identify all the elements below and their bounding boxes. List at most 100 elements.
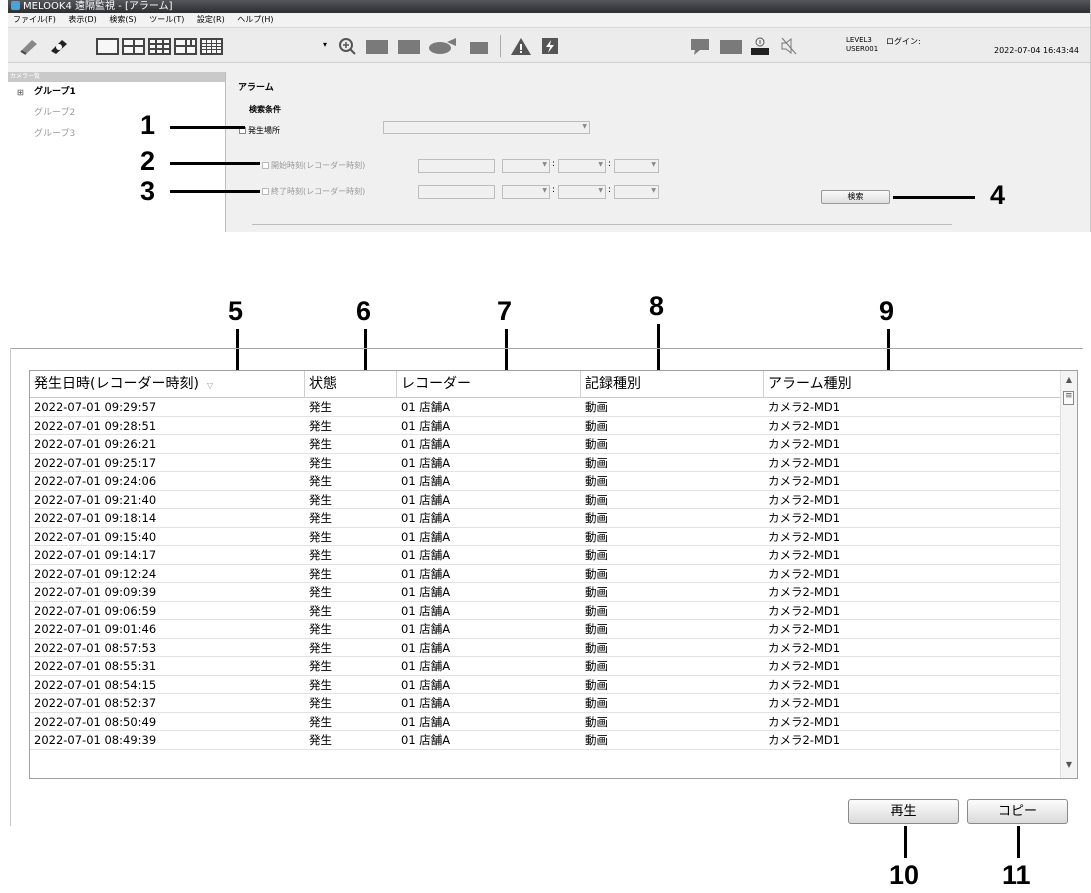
start-time-checkbox-row[interactable]: 開始時刻(レコーダー時刻) [262, 160, 365, 171]
level-text: LEVEL3 [846, 36, 872, 44]
alarm-icon[interactable] [510, 36, 532, 56]
scroll-thumb[interactable] [1063, 391, 1074, 405]
table-row[interactable]: 2022-07-01 09:29:57 発生 01 店舗A 動画 カメラ2-MD1 [30, 398, 1060, 417]
start-date-field[interactable] [418, 159, 495, 173]
location-select[interactable]: ▼ [383, 121, 590, 134]
cell-alarm-type: カメラ2-MD1 [768, 677, 841, 692]
menu-help[interactable]: ヘルプ(H) [237, 15, 273, 24]
zoom-in-icon[interactable] [338, 36, 358, 56]
table-row[interactable]: 2022-07-01 08:55:31 発生 01 店舗A 動画 カメラ2-MD1 [30, 657, 1060, 676]
callout-5: 5 [228, 296, 244, 326]
search-button[interactable]: 検索 [821, 190, 890, 204]
table-row[interactable]: 2022-07-01 09:28:51 発生 01 店舗A 動画 カメラ2-MD1 [30, 417, 1060, 435]
end-time-checkbox[interactable] [262, 188, 269, 195]
cell-record-type: 動画 [585, 437, 608, 451]
start-minute-select[interactable]: ▼ [558, 159, 606, 173]
table-row[interactable]: 2022-07-01 09:15:40 発生 01 店舗A 動画 カメラ2-MD1 [30, 528, 1060, 546]
table-row[interactable]: 2022-07-01 09:01:46 発生 01 店舗A 動画 カメラ2-MD1 [30, 620, 1060, 639]
table-row[interactable]: 2022-07-01 09:14:17 発生 01 店舗A 動画 カメラ2-MD1 [30, 546, 1060, 565]
callout-line-1 [170, 126, 245, 129]
layout-6-icon[interactable] [174, 38, 197, 55]
fullscreen-icon[interactable] [366, 40, 388, 54]
cell-recorder: 01 店舗A [401, 474, 451, 488]
cell-status: 発生 [309, 492, 332, 507]
disconnect-icon[interactable] [48, 36, 70, 56]
play-button[interactable]: 再生 [848, 799, 959, 824]
menu-search[interactable]: 検索(S) [109, 15, 136, 24]
layout-16-icon[interactable] [200, 38, 223, 55]
table-row[interactable]: 2022-07-01 09:24:06 発生 01 店舗A 動画 カメラ2-MD1 [30, 472, 1060, 491]
col-header-status[interactable]: 状態 [305, 371, 397, 398]
event-icon[interactable] [540, 36, 560, 56]
cell-status: 発生 [309, 603, 332, 618]
table-row[interactable]: 2022-07-01 08:49:39 発生 01 店舗A 動画 カメラ2-MD1 [30, 731, 1060, 750]
cell-alarm-type: カメラ2-MD1 [768, 437, 841, 451]
cell-alarm-type: カメラ2-MD1 [768, 659, 841, 673]
col-header-record-type[interactable]: 記録種別 [581, 371, 764, 398]
cell-alarm-type: カメラ2-MD1 [768, 566, 841, 581]
menu-view[interactable]: 表示(D) [68, 15, 96, 24]
record-icon[interactable] [428, 36, 458, 56]
scroll-up-icon[interactable]: ▲ [1061, 375, 1077, 389]
table-row[interactable]: 2022-07-01 08:52:37 発生 01 店舗A 動画 カメラ2-MD1 [30, 694, 1060, 713]
tree-group-2[interactable]: グループ2 [8, 103, 225, 124]
expand-plus-icon[interactable]: ⊞ [17, 82, 24, 103]
callout-8: 8 [649, 291, 665, 321]
layout-1-icon[interactable] [96, 38, 119, 55]
archive-icon[interactable] [470, 42, 488, 54]
mute-icon[interactable] [780, 36, 798, 56]
menu-tools[interactable]: ツール(T) [149, 15, 184, 24]
menu-settings[interactable]: 設定(R) [197, 15, 225, 24]
start-second-select[interactable]: ▼ [614, 159, 659, 173]
scroll-down-icon[interactable]: ▼ [1061, 760, 1077, 774]
cell-datetime: 2022-07-01 09:28:51 [34, 418, 157, 433]
end-second-select[interactable]: ▼ [614, 185, 659, 199]
cell-record-type: 動画 [585, 659, 608, 673]
cell-datetime: 2022-07-01 08:54:15 [34, 677, 157, 692]
tree-group-1[interactable]: ⊞ グループ1 [8, 82, 225, 103]
layout-9-icon[interactable] [148, 38, 171, 55]
monitor-icon[interactable] [720, 40, 742, 54]
end-minute-select[interactable]: ▼ [558, 185, 606, 199]
speaker-icon[interactable] [688, 36, 712, 56]
end-time-checkbox-row[interactable]: 終了時刻(レコーダー時刻) [262, 186, 365, 197]
camera-list-header: カメラ一覧 [8, 72, 225, 82]
table-row[interactable]: 2022-07-01 08:54:15 発生 01 店舗A 動画 カメラ2-MD1 [30, 676, 1060, 694]
table-row[interactable]: 2022-07-01 08:50:49 発生 01 店舗A 動画 カメラ2-MD1 [30, 713, 1060, 731]
table-row[interactable]: 2022-07-01 09:18:14 発生 01 店舗A 動画 カメラ2-MD1 [30, 509, 1060, 528]
end-hour-select[interactable]: ▼ [502, 185, 550, 199]
table-row[interactable]: 2022-07-01 09:12:24 発生 01 店舗A 動画 カメラ2-MD1 [30, 565, 1060, 583]
table-row[interactable]: 2022-07-01 09:21:40 発生 01 店舗A 動画 カメラ2-MD1 [30, 491, 1060, 509]
callout-line-11 [1017, 826, 1020, 858]
sequence-icon[interactable] [398, 40, 420, 54]
layout-dropdown-arrow-icon[interactable]: ▾ [323, 40, 327, 49]
cell-alarm-type: カメラ2-MD1 [768, 696, 841, 710]
col-header-alarm-type[interactable]: アラーム種別 [764, 371, 1060, 398]
cell-recorder: 01 店舗A [401, 437, 451, 451]
cell-recorder: 01 店舗A [401, 659, 451, 673]
menu-file[interactable]: ファイル(F) [13, 15, 56, 24]
callout-6: 6 [356, 296, 372, 326]
start-time-checkbox[interactable] [262, 162, 269, 169]
table-row[interactable]: 2022-07-01 08:57:53 発生 01 店舗A 動画 カメラ2-MD1 [30, 639, 1060, 657]
info-device-icon[interactable] [750, 36, 770, 56]
start-hour-select[interactable]: ▼ [502, 159, 550, 173]
layout-4-icon[interactable] [122, 38, 145, 55]
cell-record-type: 動画 [585, 603, 608, 618]
end-date-field[interactable] [418, 185, 495, 199]
cell-alarm-type: カメラ2-MD1 [768, 400, 841, 414]
connect-icon[interactable] [18, 36, 40, 56]
cell-alarm-type: カメラ2-MD1 [768, 585, 841, 599]
col-header-datetime[interactable]: 発生日時(レコーダー時刻) ▽ [30, 371, 305, 398]
table-row[interactable]: 2022-07-01 09:26:21 発生 01 店舗A 動画 カメラ2-MD1 [30, 435, 1060, 454]
cell-status: 発生 [309, 418, 332, 433]
chevron-down-icon: ▼ [598, 161, 603, 168]
location-checkbox-row[interactable]: 発生場所 [239, 125, 280, 136]
table-row[interactable]: 2022-07-01 09:25:17 発生 01 店舗A 動画 カメラ2-MD1 [30, 454, 1060, 472]
table-row[interactable]: 2022-07-01 09:06:59 発生 01 店舗A 動画 カメラ2-MD1 [30, 602, 1060, 620]
col-header-recorder[interactable]: レコーダー [397, 371, 581, 398]
table-row[interactable]: 2022-07-01 09:09:39 発生 01 店舗A 動画 カメラ2-MD1 [30, 583, 1060, 602]
vertical-scrollbar[interactable]: ▲ ▼ [1060, 371, 1077, 778]
group-2-label: グループ2 [34, 108, 76, 118]
copy-button[interactable]: コピー [967, 799, 1068, 824]
